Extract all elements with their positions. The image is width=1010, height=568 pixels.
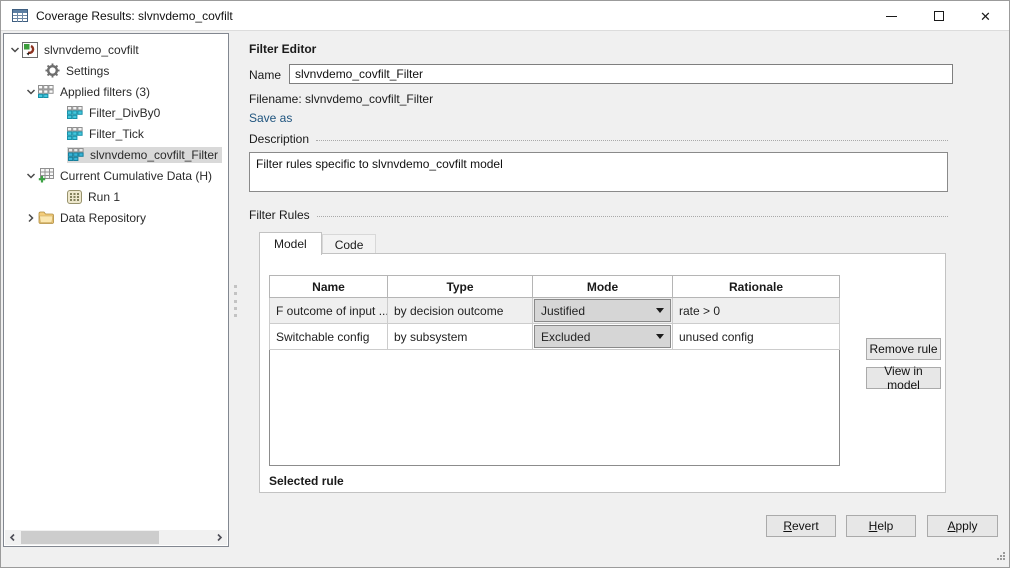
rule-rationale-cell[interactable]: unused config bbox=[673, 324, 840, 350]
tree-horizontal-scrollbar[interactable] bbox=[5, 530, 227, 545]
group-separator-line bbox=[317, 216, 948, 217]
selected-tree-item-highlight: slvnvdemo_covfilt_Filter bbox=[67, 147, 222, 163]
tree-item-run1[interactable]: Run 1 bbox=[4, 186, 228, 207]
results-tree-panel: slvnvdemo_covfilt Settings bbox=[3, 33, 229, 547]
minimize-button[interactable] bbox=[868, 1, 915, 31]
filter-rules-table: Name Type Mode Rationale F outcome of in… bbox=[269, 275, 840, 466]
selected-rule-label: Selected rule bbox=[269, 474, 344, 488]
coverage-table-icon bbox=[12, 9, 28, 22]
tree-item-label: Filter_DivBy0 bbox=[89, 106, 160, 120]
dropdown-arrow-icon bbox=[656, 308, 664, 313]
gear-icon bbox=[45, 63, 60, 78]
filter-editor-pane: Filter Editor Name Filename: slvnvdemo_c… bbox=[241, 31, 1010, 568]
window-resize-grip[interactable] bbox=[996, 549, 1005, 563]
rule-type-cell[interactable]: by decision outcome bbox=[388, 298, 533, 324]
save-as-link[interactable]: Save as bbox=[249, 111, 292, 125]
applied-filters-icon bbox=[38, 85, 54, 98]
rule-name-cell[interactable]: Switchable config bbox=[270, 324, 388, 350]
rule-mode-cell: Justified bbox=[533, 298, 673, 324]
description-textarea[interactable]: Filter rules specific to slvnvdemo_covfi… bbox=[249, 152, 948, 192]
rule-type-cell[interactable]: by subsystem bbox=[388, 324, 533, 350]
tab-model[interactable]: Model bbox=[259, 232, 322, 255]
rule-mode-cell: Excluded bbox=[533, 324, 673, 350]
tree-item-label: slvnvdemo_covfilt bbox=[44, 43, 139, 57]
run-icon bbox=[67, 190, 82, 204]
chevron-down-icon[interactable] bbox=[24, 88, 38, 96]
table-row[interactable]: F outcome of input ... by decision outco… bbox=[270, 298, 840, 324]
filter-rules-group-header: Filter Rules bbox=[249, 208, 948, 222]
tree-item-label: Settings bbox=[66, 64, 109, 78]
folder-icon bbox=[38, 211, 54, 224]
panel-splitter-handle[interactable] bbox=[232, 285, 238, 317]
tree-item-label: slvnvdemo_covfilt_Filter bbox=[90, 148, 218, 162]
tree-item-covfilt-filter[interactable]: slvnvdemo_covfilt_Filter bbox=[4, 144, 228, 165]
tree-item-settings[interactable]: Settings bbox=[4, 60, 228, 81]
mode-dropdown[interactable]: Justified bbox=[534, 299, 671, 322]
tree-item-filter-divby0[interactable]: Filter_DivBy0 bbox=[4, 102, 228, 123]
close-button[interactable]: ✕ bbox=[962, 1, 1009, 31]
column-header-mode: Mode bbox=[533, 276, 673, 298]
filter-icon bbox=[67, 106, 83, 119]
minimize-icon bbox=[886, 16, 897, 17]
chevron-down-icon[interactable] bbox=[24, 172, 38, 180]
filename-text: Filename: slvnvdemo_covfilt_Filter bbox=[249, 92, 433, 106]
chevron-down-icon[interactable] bbox=[8, 46, 22, 54]
table-header-row: Name Type Mode Rationale bbox=[270, 276, 840, 298]
chevron-right-icon[interactable] bbox=[24, 213, 38, 223]
dropdown-arrow-icon bbox=[656, 334, 664, 339]
cumulative-data-icon bbox=[38, 168, 54, 183]
column-header-type: Type bbox=[388, 276, 533, 298]
remove-rule-button[interactable]: Remove rule bbox=[866, 338, 941, 360]
tree-item-label: Filter_Tick bbox=[89, 127, 144, 141]
filter-icon bbox=[68, 148, 84, 161]
maximize-button[interactable] bbox=[915, 1, 962, 31]
tree-item-label: Data Repository bbox=[60, 211, 146, 225]
view-in-model-button[interactable]: View in model bbox=[866, 367, 941, 389]
tree-item-filter-tick[interactable]: Filter_Tick bbox=[4, 123, 228, 144]
filter-rules-label: Filter Rules bbox=[249, 208, 310, 222]
scrollbar-thumb[interactable] bbox=[21, 531, 159, 544]
revert-button[interactable]: Revert bbox=[766, 515, 836, 537]
table-row[interactable]: Switchable config by subsystem Excluded … bbox=[270, 324, 840, 350]
filter-editor-heading: Filter Editor bbox=[249, 42, 316, 56]
description-group-header: Description bbox=[249, 132, 948, 146]
scroll-right-arrow-icon[interactable] bbox=[212, 530, 227, 545]
tree-item-model-root[interactable]: slvnvdemo_covfilt bbox=[4, 39, 228, 60]
tree-item-label: Current Cumulative Data (H) bbox=[60, 169, 212, 183]
model-tab-panel: Name Type Mode Rationale F outcome of in… bbox=[259, 253, 946, 493]
tree-item-label: Run 1 bbox=[88, 190, 120, 204]
description-label: Description bbox=[249, 132, 309, 146]
column-header-name: Name bbox=[270, 276, 388, 298]
coverage-results-window: Coverage Results: slvnvdemo_covfilt ✕ sl… bbox=[0, 0, 1010, 568]
mode-dropdown[interactable]: Excluded bbox=[534, 325, 671, 348]
maximize-icon bbox=[934, 11, 944, 21]
tree-item-label: Applied filters (3) bbox=[60, 85, 150, 99]
rule-name-cell[interactable]: F outcome of input ... bbox=[270, 298, 388, 324]
rule-rationale-cell[interactable]: rate > 0 bbox=[673, 298, 840, 324]
filter-rules-tabs: Model Code bbox=[259, 230, 376, 254]
tree-item-data-repository[interactable]: Data Repository bbox=[4, 207, 228, 228]
scroll-left-arrow-icon[interactable] bbox=[5, 530, 20, 545]
help-button[interactable]: Help bbox=[846, 515, 916, 537]
tree-item-cumulative-data[interactable]: Current Cumulative Data (H) bbox=[4, 165, 228, 186]
filter-name-input[interactable] bbox=[289, 64, 953, 84]
column-header-rationale: Rationale bbox=[673, 276, 840, 298]
filter-icon bbox=[67, 127, 83, 140]
group-separator-line bbox=[316, 140, 948, 141]
name-label: Name bbox=[249, 68, 281, 82]
window-title: Coverage Results: slvnvdemo_covfilt bbox=[36, 9, 233, 23]
table-empty-area bbox=[270, 350, 840, 466]
close-icon: ✕ bbox=[980, 10, 991, 23]
title-bar: Coverage Results: slvnvdemo_covfilt ✕ bbox=[1, 1, 1009, 31]
simulink-model-icon bbox=[22, 42, 38, 58]
tree-item-applied-filters[interactable]: Applied filters (3) bbox=[4, 81, 228, 102]
tab-code[interactable]: Code bbox=[322, 234, 377, 254]
apply-button[interactable]: Apply bbox=[927, 515, 998, 537]
